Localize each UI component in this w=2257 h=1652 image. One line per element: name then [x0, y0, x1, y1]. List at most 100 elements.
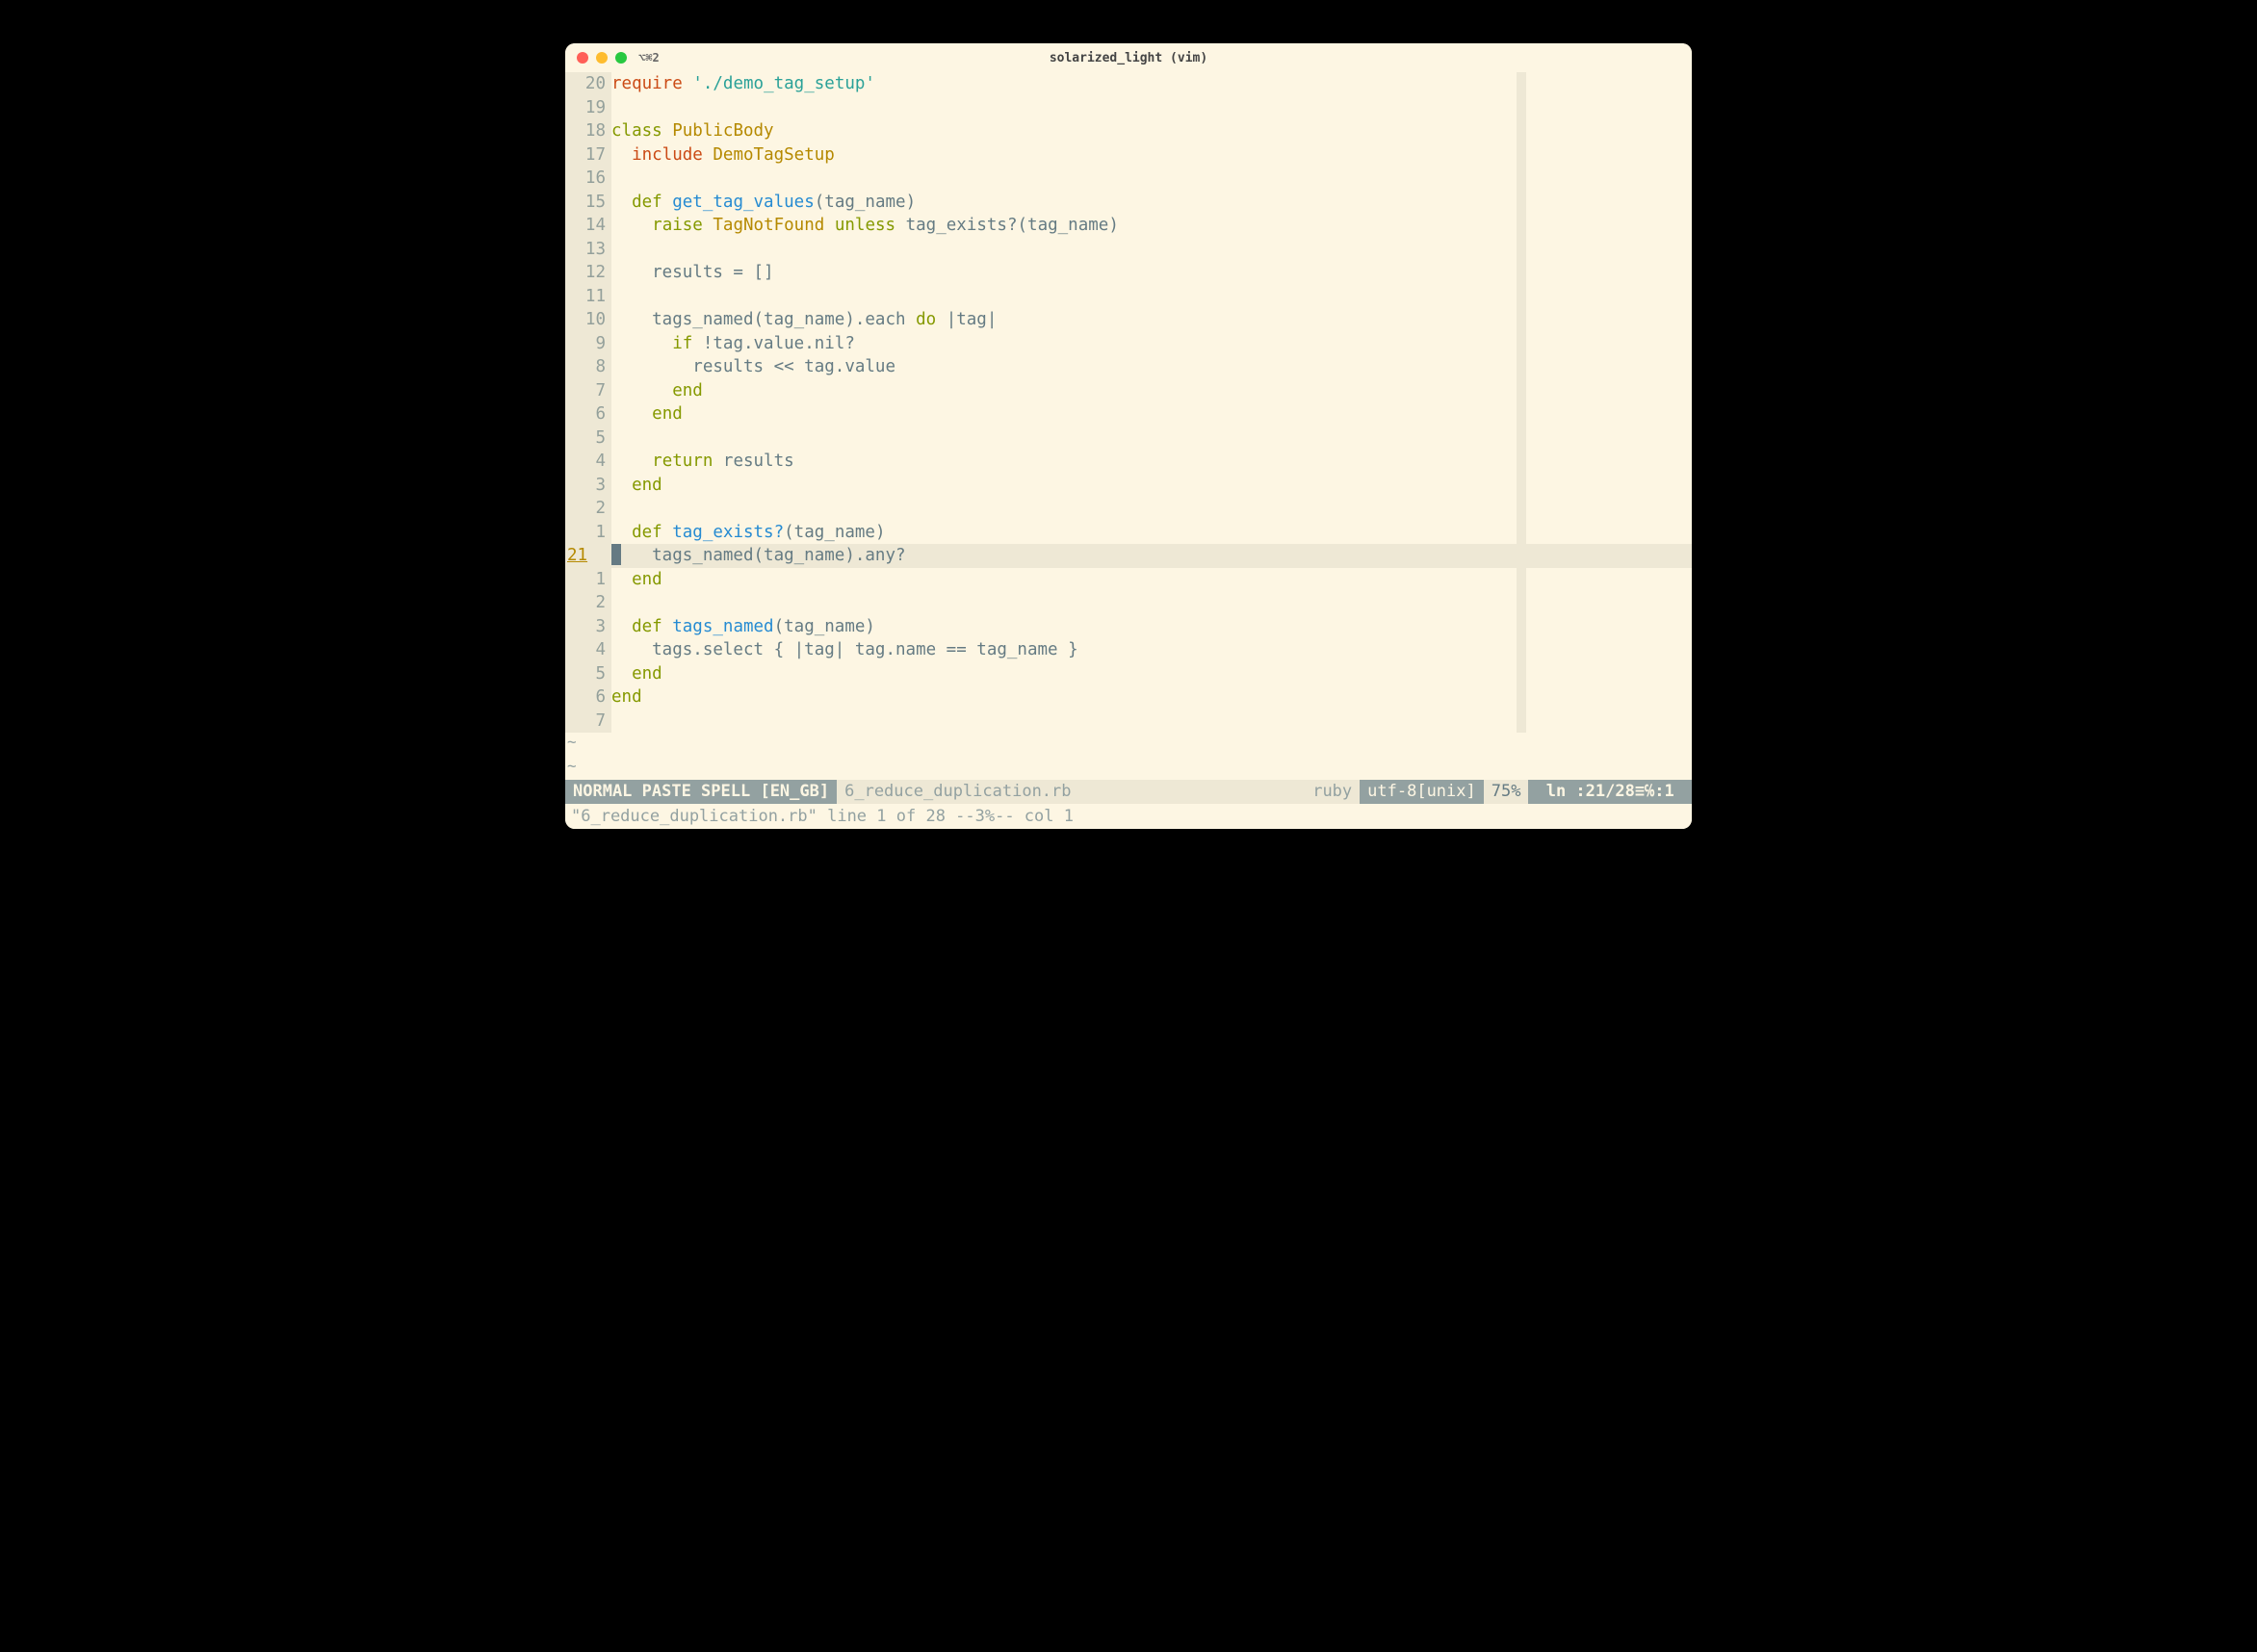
token: PublicBody: [672, 121, 773, 141]
code-line[interactable]: [611, 96, 1692, 120]
command-line: "6_reduce_duplication.rb" line 1 of 28 -…: [565, 804, 1692, 829]
close-icon[interactable]: [577, 52, 588, 64]
token: def: [632, 523, 662, 542]
token: end: [632, 476, 662, 495]
line-number: 6: [565, 685, 606, 710]
token: !tag.value.nil?: [692, 334, 855, 353]
line-number: 4: [565, 450, 606, 474]
code-line[interactable]: results = []: [611, 261, 1692, 285]
token: [662, 523, 673, 542]
editor-area[interactable]: 2019181716151413121110 9 8 7 6 5 4 3 2 1…: [565, 72, 1692, 733]
code-line[interactable]: tags_named(tag_name).each do |tag|: [611, 308, 1692, 332]
code-line[interactable]: [611, 238, 1692, 262]
token: [611, 404, 652, 424]
line-number: 17: [565, 143, 606, 168]
token: results = []: [611, 263, 774, 282]
line-number: 3: [565, 615, 606, 639]
code-line[interactable]: end: [611, 685, 1692, 710]
line-number: 5: [565, 662, 606, 686]
line-number: 2: [565, 497, 606, 521]
line-number: 8: [565, 355, 606, 379]
line-number: 5: [565, 426, 606, 451]
token: (tag_name): [774, 617, 875, 636]
tilde-line: ~: [567, 757, 1692, 781]
minimize-icon[interactable]: [596, 52, 608, 64]
token: return: [652, 452, 713, 471]
line-number: 2: [565, 591, 606, 615]
code-line[interactable]: if !tag.value.nil?: [611, 332, 1692, 356]
line-number: 12: [565, 261, 606, 285]
token: tag_exists?: [672, 523, 784, 542]
token: [703, 145, 713, 165]
mode-segment: NORMAL PASTE SPELL [EN_GB]: [565, 780, 837, 804]
code-line[interactable]: tags_named(tag_name).any?: [611, 544, 1692, 568]
code-line[interactable]: [611, 167, 1692, 191]
statusline: NORMAL PASTE SPELL [EN_GB] 6_reduce_dupl…: [565, 780, 1692, 804]
token: [824, 216, 835, 235]
line-number: 1: [565, 521, 606, 545]
code-line[interactable]: [611, 426, 1692, 451]
window-title: solarized_light (vim): [1050, 51, 1207, 65]
code-line[interactable]: [611, 591, 1692, 615]
token: raise: [652, 216, 703, 235]
code-line[interactable]: class PublicBody: [611, 119, 1692, 143]
code-line[interactable]: end: [611, 402, 1692, 426]
token: DemoTagSetup: [713, 145, 834, 165]
token: tag_exists?(tag_name): [895, 216, 1119, 235]
code-line[interactable]: def get_tag_values(tag_name): [611, 191, 1692, 215]
token: require: [611, 74, 683, 93]
token: [611, 145, 632, 165]
token: tags_named: [672, 617, 773, 636]
token: [611, 452, 652, 471]
code-line[interactable]: return results: [611, 450, 1692, 474]
token: do: [916, 310, 936, 329]
token: class: [611, 121, 662, 141]
token: [662, 193, 673, 212]
token: get_tag_values: [672, 193, 815, 212]
tilde-line: ~: [567, 733, 1692, 757]
token: [611, 193, 632, 212]
token: if: [672, 334, 692, 353]
token: (tag_name): [784, 523, 885, 542]
code-line[interactable]: tags.select { |tag| tag.name == tag_name…: [611, 638, 1692, 662]
code-line[interactable]: end: [611, 662, 1692, 686]
token: end: [632, 570, 662, 589]
code-line[interactable]: [611, 497, 1692, 521]
token: results << tag.value: [611, 357, 895, 376]
code-line[interactable]: end: [611, 568, 1692, 592]
code-line[interactable]: [611, 710, 1692, 734]
code-line[interactable]: include DemoTagSetup: [611, 143, 1692, 168]
statusline-spacer: [1079, 780, 1306, 804]
token: def: [632, 617, 662, 636]
code-line[interactable]: def tags_named(tag_name): [611, 615, 1692, 639]
token: [611, 570, 632, 589]
code-buffer[interactable]: require './demo_tag_setup' class PublicB…: [611, 72, 1692, 733]
line-number: 4: [565, 638, 606, 662]
token: [611, 216, 652, 235]
zoom-icon[interactable]: [615, 52, 627, 64]
filename-segment: 6_reduce_duplication.rb: [837, 780, 1078, 804]
code-line[interactable]: require './demo_tag_setup': [611, 72, 1692, 96]
line-number: 10: [565, 308, 606, 332]
code-line[interactable]: raise TagNotFound unless tag_exists?(tag…: [611, 214, 1692, 238]
token: end: [632, 664, 662, 684]
code-line[interactable]: [611, 285, 1692, 309]
token: results: [713, 452, 793, 471]
token: './demo_tag_setup': [692, 74, 875, 93]
line-number: 13: [565, 238, 606, 262]
code-line[interactable]: results << tag.value: [611, 355, 1692, 379]
titlebar[interactable]: ⌥⌘2 solarized_light (vim): [565, 43, 1692, 72]
token: [683, 74, 693, 93]
traffic-lights: [577, 52, 627, 64]
code-line[interactable]: def tag_exists?(tag_name): [611, 521, 1692, 545]
code-line[interactable]: end: [611, 474, 1692, 498]
line-number: 11: [565, 285, 606, 309]
line-number: 9: [565, 332, 606, 356]
code-line[interactable]: end: [611, 379, 1692, 403]
token: [662, 617, 673, 636]
token: [611, 523, 632, 542]
token: end: [672, 381, 703, 400]
token: TagNotFound: [713, 216, 824, 235]
terminal-window: ⌥⌘2 solarized_light (vim) 20191817161514…: [565, 43, 1692, 829]
line-number: 15: [565, 191, 606, 215]
